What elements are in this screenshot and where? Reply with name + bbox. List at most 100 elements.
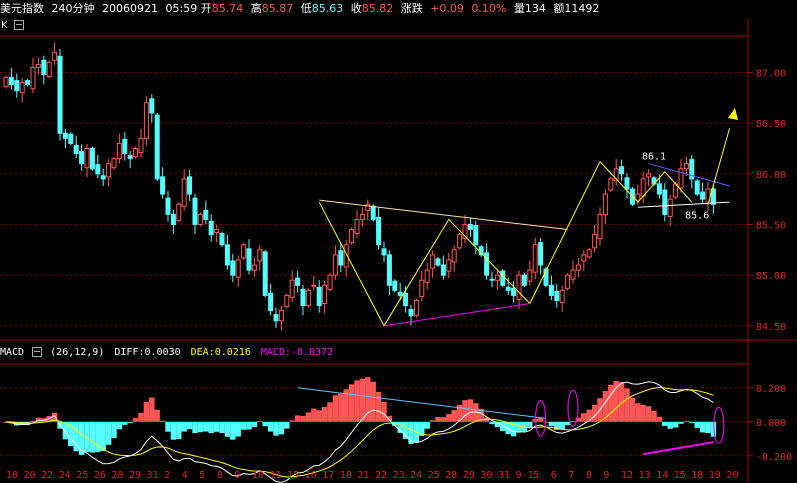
x-tick-label: 24 [59,470,71,481]
target-arrow-shaft [707,128,731,205]
x-tick-label: 5 [199,470,205,481]
x-tick-label: 18 [340,470,352,481]
macd-histogram-bar [489,421,495,425]
macd-histogram-bar [208,421,214,434]
candle-body [62,132,68,139]
candle-body [592,234,598,249]
candle-body [570,269,576,280]
macd-histogram-bar [278,421,285,435]
candle-body [230,260,236,276]
wedge-lower-line [637,201,730,208]
candle-body [224,244,230,266]
x-tick-label: 18 [6,470,18,481]
candle-body [160,176,166,195]
macd-histogram-bar [683,420,690,422]
sub-tick-label: 0.000 [756,418,786,429]
macd-histogram-bar [446,414,452,422]
candle-body [311,284,317,287]
candle-body [14,80,20,92]
macd-histogram-bar [289,420,295,422]
candle-body [532,244,538,273]
macd-histogram-bar [451,410,457,422]
x-tick-label: 28 [111,470,123,481]
candle-body [554,290,560,301]
macd-histogram-bar [570,421,576,423]
macd-histogram-bar [192,421,198,434]
x-tick-label: 10 [252,470,264,481]
candle-body [203,209,209,220]
main-tick-label: 86.50 [756,119,786,130]
x-tick-label: 26 [94,470,106,481]
x-tick-label: 14 [656,470,668,481]
macd-histogram-bar [527,421,533,428]
candle-body [505,286,511,291]
candle-body [419,279,425,297]
macd-histogram-bar [462,400,468,422]
candle-body [403,292,409,307]
x-tick-label: 9 [603,470,609,481]
x-tick-label: 5 [533,470,539,481]
candle-body [262,251,268,296]
candle-body [548,284,554,296]
candle-body [35,63,41,68]
candle-body [608,178,614,191]
candle-body [257,249,263,262]
candle-body [635,193,641,201]
macd-histogram-bar [262,421,268,427]
macd-histogram-bar [165,421,171,432]
candle-body [700,191,706,200]
macd-histogram-bar [122,421,128,425]
main-tick-label: 84.50 [756,322,786,333]
sub-tick-label: -0.200 [756,452,792,463]
candle-body [8,77,14,86]
macd-histogram-bar [251,421,258,428]
candle-body [392,280,398,291]
x-tick-label: 21 [357,470,369,481]
divergence-marker-ellipse [567,389,579,427]
macd-histogram-bar [327,402,333,422]
candle-body [284,294,290,308]
candle-body [678,168,684,189]
candle-body [300,288,306,307]
divergence-bottom-line [643,441,714,456]
candle-body [95,164,101,175]
macd-histogram-bar [359,378,366,422]
candle-body [3,77,9,88]
macd-histogram-bar [219,421,225,434]
candle-body [154,114,160,180]
macd-histogram-bar [678,421,684,424]
x-tick-label: 4 [182,470,188,481]
macd-histogram-bar [284,421,290,429]
candle-body [424,269,430,283]
macd-histogram-bar [213,421,220,432]
macd-histogram-bar [402,421,409,439]
candle-body [41,59,47,76]
candle-body [683,163,689,170]
candle-body [408,309,414,317]
x-tick-label: 9 [234,470,240,481]
candle-body [624,177,630,190]
candle-body [89,147,95,170]
candle-body [116,142,122,160]
candle-body [165,197,171,215]
candle-body [214,229,220,234]
candle-body [295,277,301,286]
candle-body [381,248,387,256]
x-tick-label: 12 [621,470,633,481]
candle-body [489,278,495,281]
x-tick-label: 11 [270,470,282,481]
x-tick-label: 31 [147,470,159,481]
macd-histogram-bar [95,421,101,453]
candle-body [149,98,155,114]
macd-histogram-bar [581,413,587,422]
candle-body [694,180,700,195]
candle-body [640,178,646,197]
candle-body [559,289,565,304]
x-tick-label: 23 [393,470,405,481]
x-tick-label: 28 [445,470,457,481]
macd-histogram-bar [230,421,236,440]
candle-body [662,189,668,215]
candle-body [354,218,360,235]
macd-histogram-bar [149,397,155,422]
macd-histogram-bar [694,421,700,428]
